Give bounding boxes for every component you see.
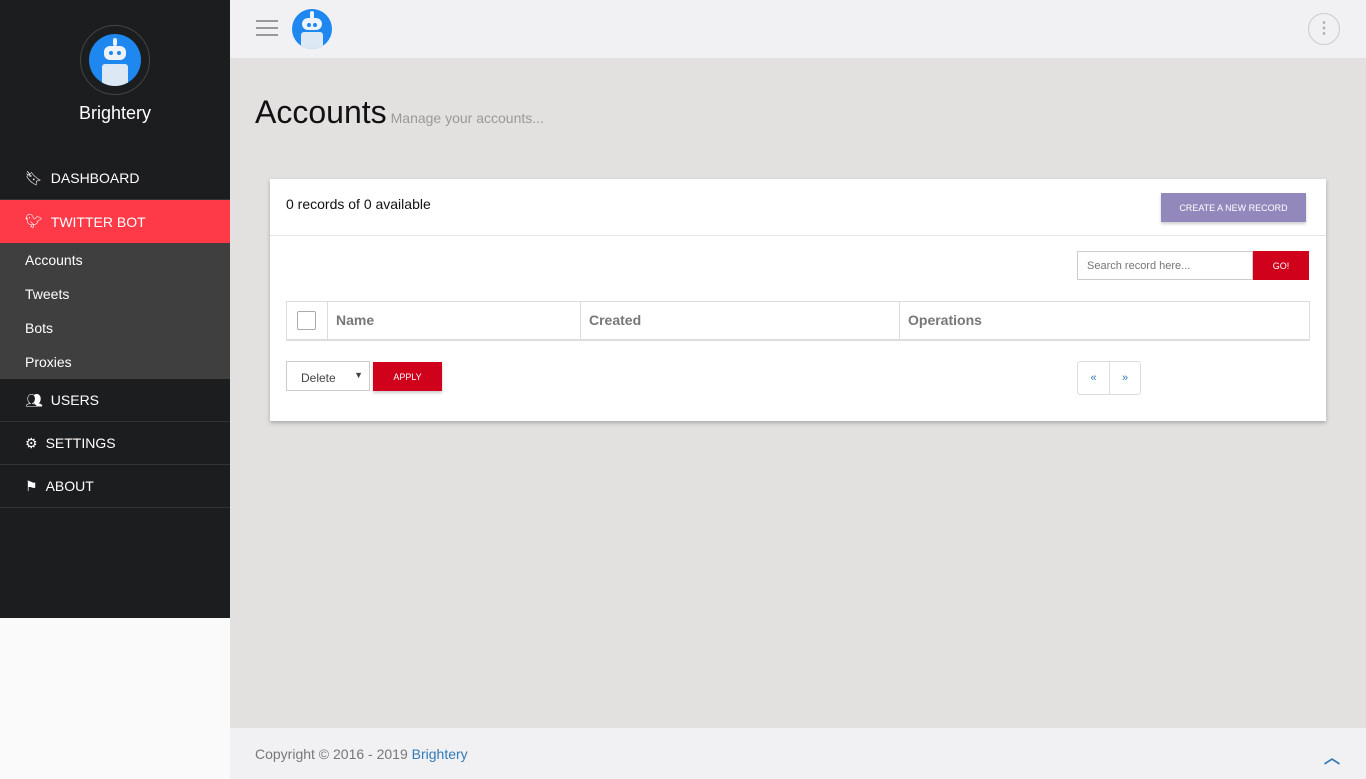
- search-go-button[interactable]: GO!: [1253, 251, 1309, 280]
- label: DASHBOARD: [50, 170, 140, 186]
- copyright-text: Copyright © 2016 - 2019: [255, 746, 412, 762]
- gear-icon: ⚙: [25, 434, 38, 451]
- robot-logo-icon: [89, 34, 141, 86]
- brand-name: Brightery: [78, 103, 152, 123]
- search-input[interactable]: [1077, 251, 1253, 280]
- flag-icon: ⚑: [25, 477, 38, 494]
- sidebar-item-tweets[interactable]: Tweets: [0, 277, 230, 311]
- sidebar-item-accounts[interactable]: Accounts: [0, 243, 230, 277]
- record-count: 0 records of 0 available: [286, 196, 431, 212]
- robot-logo-icon: [292, 9, 332, 49]
- page-subtitle: Manage your accounts...: [390, 110, 544, 126]
- bookmark-icon: 🔖︎: [25, 169, 43, 186]
- apply-button[interactable]: APPLY: [373, 362, 442, 391]
- brand-link[interactable]: Brightery: [412, 746, 468, 762]
- label: USERS: [50, 392, 100, 408]
- pagination: « »: [1077, 361, 1141, 395]
- scroll-top-icon[interactable]: ︿: [1324, 744, 1340, 768]
- column-name[interactable]: Name: [327, 301, 581, 340]
- sidebar-item-dashboard[interactable]: 🔖︎ DASHBOARD: [0, 157, 230, 200]
- hamburger-menu-icon[interactable]: [256, 20, 278, 41]
- bulk-action-select[interactable]: Delete ▼: [286, 361, 370, 391]
- title-text: Accounts: [255, 94, 387, 130]
- sidebar-item-about[interactable]: ⚑ ABOUT: [0, 465, 230, 508]
- prev-page-button[interactable]: «: [1078, 362, 1109, 394]
- label: TWITTER BOT: [50, 213, 146, 230]
- selected-value: Delete: [301, 371, 336, 385]
- logo: [80, 25, 150, 95]
- dropdown-arrow-icon: ▼: [354, 370, 363, 380]
- select-all-checkbox[interactable]: [297, 310, 316, 330]
- column-created[interactable]: Created: [580, 301, 900, 340]
- sidebar-item-proxies[interactable]: Proxies: [0, 345, 230, 379]
- create-record-button[interactable]: CREATE A NEW RECORD: [1161, 193, 1306, 222]
- records-card: 0 records of 0 available CREATE A NEW RE…: [270, 179, 1326, 421]
- sidebar-item-bots[interactable]: Bots: [0, 311, 230, 345]
- sidebar-item-settings[interactable]: ⚙ SETTINGS: [0, 422, 230, 465]
- header-logo[interactable]: [292, 9, 332, 49]
- more-options-icon[interactable]: ⋮: [1308, 13, 1340, 45]
- column-operations: Operations: [899, 301, 1310, 340]
- topbar: ⋮: [230, 0, 1366, 58]
- label: SETTINGS: [45, 435, 116, 451]
- sidebar-item-users[interactable]: 👥︎ USERS: [0, 379, 230, 422]
- next-page-button[interactable]: »: [1109, 362, 1140, 394]
- sidebar-item-twitter-bot[interactable]: 🐦︎ TWITTER BOT: [0, 200, 230, 243]
- records-table: Name Created Operations: [286, 301, 1310, 341]
- sidebar: Brightery 🔖︎ DASHBOARD 🐦︎ TWITTER BOT Acco…: [0, 0, 230, 618]
- users-icon: 👥︎: [25, 391, 43, 408]
- main-content: Accounts Manage your accounts... 0 record…: [230, 58, 1366, 728]
- page-title: Accounts Manage your accounts...: [255, 94, 544, 131]
- label: ABOUT: [45, 478, 94, 494]
- twitter-icon: 🐦︎: [25, 213, 43, 229]
- footer: Copyright © 2016 - 2019 Brightery ︿: [230, 728, 1366, 779]
